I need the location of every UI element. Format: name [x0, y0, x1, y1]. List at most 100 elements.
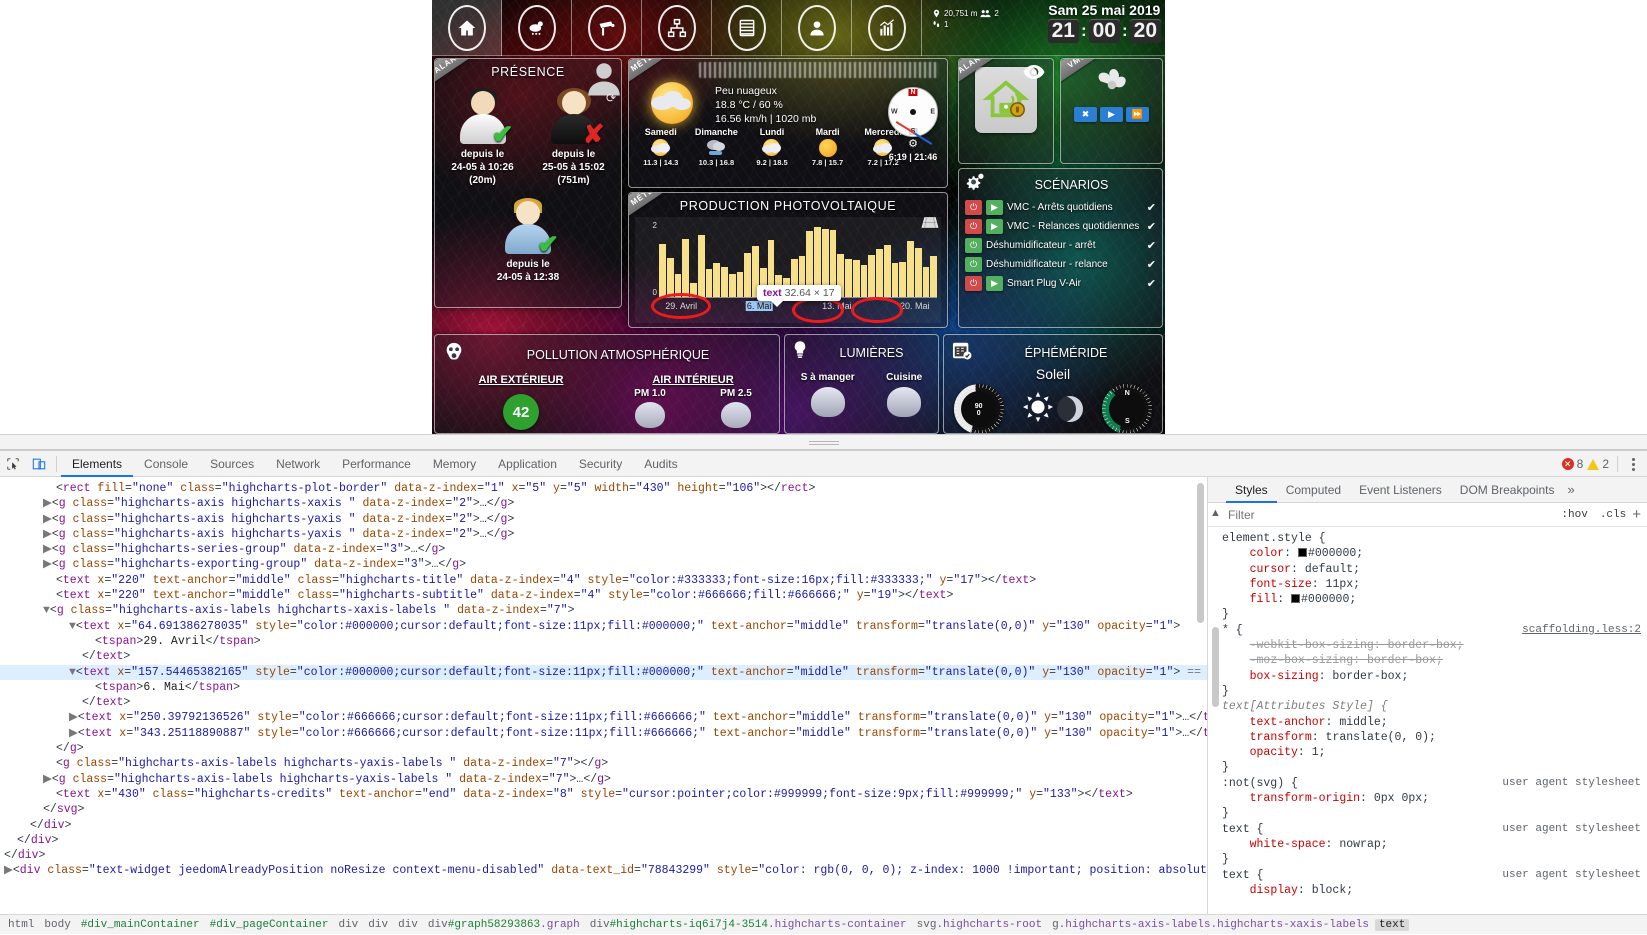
scenario-row[interactable]: ⏻ Déshumidificateur - relance ✔	[959, 255, 1162, 274]
menu-item-cameras[interactable]	[572, 0, 642, 56]
devtools-resize-handle[interactable]	[0, 434, 1647, 450]
scenario-row[interactable]: ⏻ ▶ VMC - Relances quotidiennes ✔	[959, 217, 1162, 236]
css-brace[interactable]: }	[1222, 852, 1647, 867]
inspect-cursor-icon[interactable]	[0, 451, 26, 477]
kebab-menu-icon[interactable]	[1626, 457, 1641, 471]
vmc-play-button[interactable]: ▶	[1100, 107, 1123, 122]
breadcrumb-item[interactable]: div#highcharts-iq6i7j4-3514.highcharts-c…	[586, 919, 911, 931]
scenario-play-button[interactable]: ▶	[986, 200, 1003, 215]
css-brace[interactable]: }	[1222, 806, 1647, 821]
dom-breadcrumb[interactable]: html body #div_mainContainer #div_pageConta…	[0, 914, 1647, 934]
menu-item-network[interactable]	[642, 0, 712, 56]
tab-audits[interactable]: Audits	[633, 451, 688, 477]
css-selector[interactable]: text[Attributes Style] {	[1222, 699, 1647, 714]
dom-node-line[interactable]: <rect fill="none" class="highcharts-plot…	[0, 481, 1207, 496]
css-declaration[interactable]: color: #000000;	[1222, 546, 1647, 561]
dom-node-line[interactable]: ▶<text x="343.25118890887" style="color:…	[0, 726, 1207, 741]
css-selector[interactable]: text {user agent stylesheet	[1222, 822, 1647, 837]
tab-memory[interactable]: Memory	[422, 451, 487, 477]
breadcrumb-item[interactable]: text	[1374, 918, 1410, 931]
css-declaration[interactable]: display: block;	[1222, 883, 1647, 898]
breadcrumb-item[interactable]: #div_mainContainer	[77, 919, 204, 931]
gear-icon[interactable]: ⚙	[885, 137, 941, 150]
css-brace[interactable]: }	[1222, 760, 1647, 775]
dom-node-line[interactable]: <text x="220" text-anchor="middle" class…	[0, 573, 1207, 588]
scenario-power-button[interactable]: ⏻	[965, 257, 982, 272]
pollution-widget[interactable]: POLLUTION ATMOSPHÉRIQUE AIR EXTÉRIEUR 42…	[434, 334, 780, 434]
menu-item-weather[interactable]	[502, 0, 572, 56]
css-rules-list[interactable]: element.style { color: #000000; cursor: …	[1208, 527, 1647, 898]
breadcrumb-item[interactable]: div	[334, 919, 362, 931]
css-declaration[interactable]: box-sizing: border-box;	[1222, 669, 1647, 684]
dom-node-line[interactable]: </text>	[0, 649, 1207, 664]
presence-widget[interactable]: ALARME PRÉSENCE ⟳ ✔ depuis le 24-05 à 10…	[434, 58, 622, 308]
dom-node-line[interactable]: ▶<g class="highcharts-axis highcharts-ya…	[0, 527, 1207, 542]
tab-console[interactable]: Console	[133, 451, 199, 477]
dom-node-line[interactable]: ▶<g class="highcharts-axis-labels highch…	[0, 772, 1207, 787]
css-declaration[interactable]: -moz-box-sizing: border-box;	[1222, 653, 1647, 668]
dom-node-line[interactable]: </div>	[0, 848, 1207, 863]
light-item[interactable]: Cuisine	[886, 372, 922, 417]
breadcrumb-item[interactable]: body	[40, 919, 74, 931]
weather-widget[interactable]: MÉTÉO Peu nuageux 18.8 °C / 60 % 16.56 k…	[628, 58, 948, 188]
tab-computed[interactable]: Computed	[1277, 477, 1350, 503]
scenario-power-button[interactable]: ⏻	[965, 238, 982, 253]
breadcrumb-item[interactable]: html	[4, 919, 38, 931]
dom-node-line[interactable]: <text x="430" class="highcharts-credits"…	[0, 787, 1207, 802]
css-declaration[interactable]: white-space: nowrap;	[1222, 837, 1647, 852]
scenario-stop-button[interactable]: ⏻	[965, 219, 982, 234]
presence-person[interactable]: ✔ depuis le 24-05 à 10:26 (20m)	[440, 87, 526, 187]
tab-network[interactable]: Network	[265, 451, 331, 477]
cls-toggle[interactable]: .cls	[1594, 509, 1632, 521]
vmc-fast-button[interactable]: ⏩	[1126, 107, 1149, 122]
tab-elements[interactable]: Elements	[61, 451, 134, 477]
css-selector[interactable]: * {scaffolding.less:2	[1222, 623, 1647, 638]
tab-sources[interactable]: Sources	[199, 451, 265, 477]
eye-icon[interactable]	[1023, 65, 1045, 84]
scenario-stop-button[interactable]: ⏻	[965, 276, 982, 291]
dom-node-line[interactable]: </svg>	[0, 802, 1207, 817]
scenario-row[interactable]: ⏻ ▶ VMC - Arrêts quotidiens ✔	[959, 198, 1162, 217]
scenario-play-button[interactable]: ▶	[986, 219, 1003, 234]
chart-xtick-label[interactable]: 20. Mai	[900, 301, 930, 311]
breadcrumb-item[interactable]: svg.highcharts-root	[913, 919, 1046, 931]
new-style-rule-button[interactable]: +	[1632, 506, 1647, 523]
dom-node-line[interactable]: ▶<div class="text-widget jeedomAlreadyPo…	[0, 863, 1207, 878]
lights-widget[interactable]: LUMIÈRES S à manger Cuisine	[784, 334, 939, 434]
tab-security[interactable]: Security	[568, 451, 633, 477]
presence-person[interactable]: ✔ depuis le 24-05 à 12:38	[485, 197, 571, 284]
styles-filter-input[interactable]	[1226, 506, 1556, 523]
css-declaration[interactable]: -webkit-box-sizing: border-box;	[1222, 638, 1647, 653]
tab-dom-breakpoints[interactable]: DOM Breakpoints	[1451, 477, 1564, 503]
dom-node-line[interactable]: ▶<text x="250.39792136526" style="color:…	[0, 710, 1207, 725]
vmc-stop-button[interactable]: ✖	[1074, 107, 1097, 122]
breadcrumb-item[interactable]: g.highcharts-axis-labels.highcharts-xaxi…	[1048, 919, 1373, 931]
breadcrumb-item[interactable]: div	[394, 919, 422, 931]
dom-node-line[interactable]: ▶<g class="highcharts-series-group" data…	[0, 542, 1207, 557]
scenarios-widget[interactable]: SCÉNARIOS ⏻ ▶ VMC - Arrêts quotidiens ✔ …	[958, 168, 1163, 328]
css-selector[interactable]: text {user agent stylesheet	[1222, 868, 1647, 883]
css-declaration[interactable]: transform: translate(0, 0);	[1222, 730, 1647, 745]
dom-scrollbar[interactable]	[1197, 483, 1204, 623]
dom-node-line[interactable]: ▶<g class="highcharts-exporting-group" d…	[0, 557, 1207, 572]
tab-performance[interactable]: Performance	[331, 451, 422, 477]
breadcrumb-item[interactable]: #div_pageContainer	[206, 919, 333, 931]
css-declaration[interactable]: font-size: 11px;	[1222, 577, 1647, 592]
dom-node-line[interactable]: </g>	[0, 741, 1207, 756]
css-declaration[interactable]: opacity: 1;	[1222, 745, 1647, 760]
dom-tree-pane[interactable]: <rect fill="none" class="highcharts-plot…	[0, 477, 1207, 935]
error-count-badge[interactable]: ✕ 8	[1561, 457, 1583, 471]
breadcrumb-item[interactable]: div	[364, 919, 392, 931]
tab-application[interactable]: Application	[487, 451, 568, 477]
dom-node-line[interactable]: </div>	[0, 818, 1207, 833]
hov-toggle[interactable]: :hov	[1555, 509, 1593, 521]
dom-node-line[interactable]: ▶<g class="highcharts-axis highcharts-xa…	[0, 496, 1207, 511]
alarm-widget[interactable]: ALARME	[958, 58, 1054, 164]
dom-node-line[interactable]: ▼<g class="highcharts-axis-labels highch…	[0, 603, 1207, 618]
dom-node-line[interactable]: <tspan>29. Avril</tspan>	[0, 634, 1207, 649]
refresh-icon[interactable]: ⟳	[606, 91, 616, 105]
dom-node-line[interactable]: </div>	[0, 833, 1207, 848]
menu-item-blinds[interactable]	[712, 0, 782, 56]
menu-item-stats[interactable]	[852, 0, 922, 56]
dom-node-line[interactable]: <tspan>6. Mai</tspan>	[0, 680, 1207, 695]
